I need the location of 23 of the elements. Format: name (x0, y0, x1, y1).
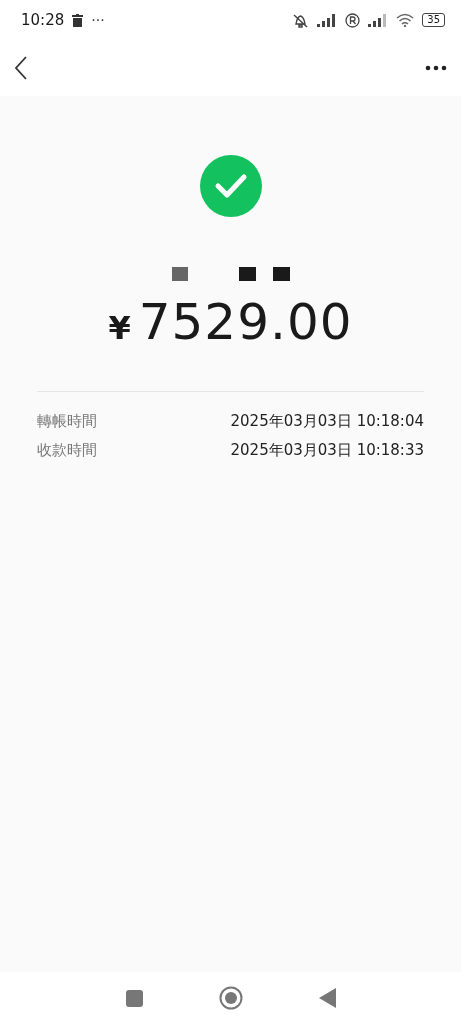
signal-icon (368, 13, 389, 27)
detail-value: 2025年03月03日 10:18:04 (230, 412, 424, 431)
muted-bell-icon (292, 12, 310, 28)
back-icon[interactable] (14, 56, 28, 80)
success-check-icon (199, 155, 262, 217)
trash-icon (72, 13, 84, 27)
more-icon[interactable] (425, 65, 447, 71)
detail-label: 收款時間 (37, 441, 97, 460)
back-button[interactable] (318, 988, 336, 1008)
home-button[interactable] (218, 986, 243, 1010)
battery-level: 35 (422, 13, 445, 27)
redaction-mark (171, 267, 188, 281)
status-time: 10:28 (21, 11, 65, 29)
signal-icon (317, 13, 338, 27)
notification-dots: ··· (91, 12, 105, 28)
roaming-icon (345, 12, 361, 28)
amount: 7529.00 (138, 293, 353, 351)
wifi-icon (396, 13, 415, 27)
redaction-mark (238, 267, 290, 281)
recents-button[interactable] (125, 989, 143, 1007)
detail-label: 轉帳時間 (37, 412, 97, 431)
detail-value: 2025年03月03日 10:18:33 (230, 441, 424, 460)
currency-symbol: ¥ (108, 309, 131, 347)
